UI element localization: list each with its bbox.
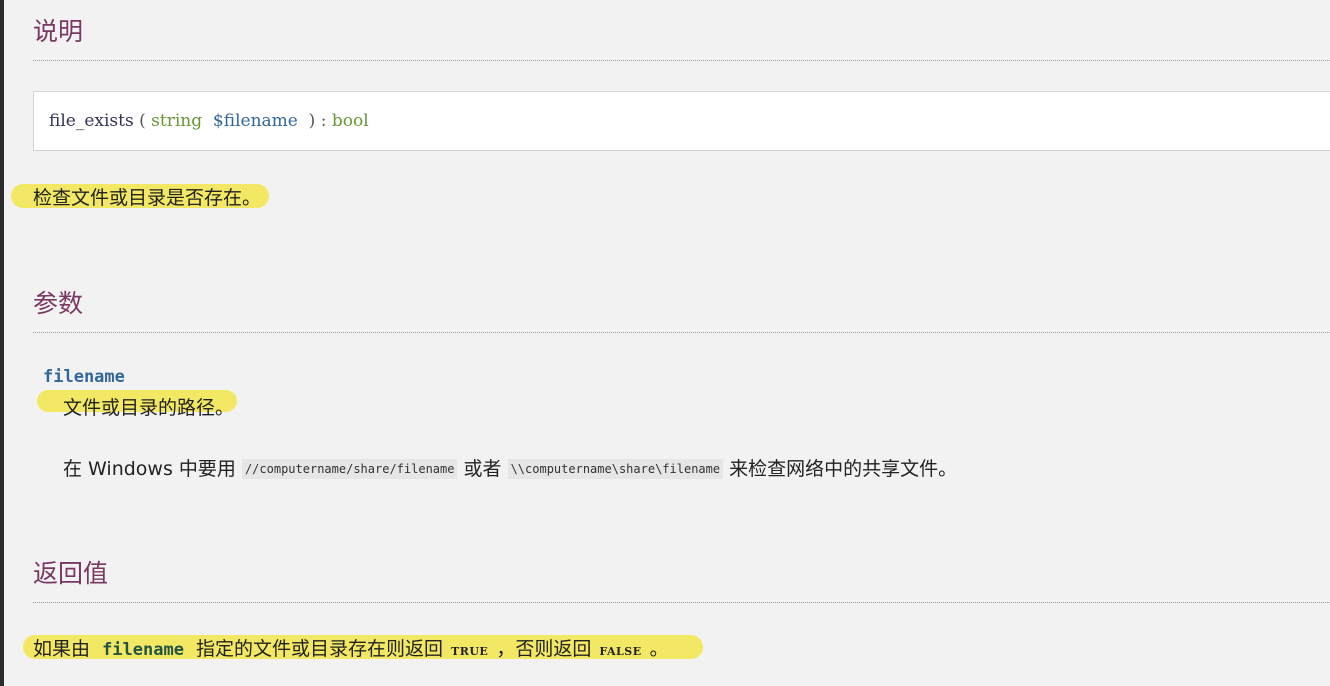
colon: : — [320, 111, 327, 131]
return-type[interactable]: bool — [332, 111, 369, 131]
left-border — [0, 0, 4, 686]
return-end: 。 — [649, 638, 669, 660]
param-type[interactable]: string — [151, 111, 202, 131]
divider — [33, 602, 1330, 603]
parameter-note: 在 Windows 中要用 //computername/share/filen… — [63, 457, 957, 481]
param-ref: filename — [102, 640, 184, 660]
return-mid: 指定的文件或目录存在则返回 — [196, 638, 444, 660]
parameter-definition: 文件或目录的路径。 — [63, 397, 235, 419]
open-paren: ( — [139, 111, 146, 131]
return-prefix: 如果由 — [33, 638, 91, 660]
method-synopsis: file_exists ( string $filename ) : bool — [33, 91, 1330, 151]
description-heading: 说明 — [33, 17, 84, 46]
close-paren: ) — [308, 111, 316, 131]
note-suffix: 来检查网络中的共享文件。 — [729, 458, 958, 480]
function-name[interactable]: file_exists — [49, 111, 134, 131]
note-prefix: 在 Windows 中要用 — [63, 458, 236, 480]
parameters-heading: 参数 — [33, 289, 84, 318]
unc-path-forward: //computername/share/filename — [241, 459, 458, 479]
divider — [33, 60, 1330, 61]
note-mid: 或者 — [463, 458, 502, 480]
true-constant[interactable]: TRUE — [443, 645, 496, 658]
return-values-text: 如果由 filename 指定的文件或目录存在则返回 TRUE ，否则返回 FALSE… — [33, 637, 669, 664]
parameter-term: filename — [43, 367, 125, 387]
description-summary: 检查文件或目录是否存在。 — [33, 187, 262, 209]
divider — [33, 332, 1330, 333]
return-values-heading: 返回值 — [33, 559, 109, 588]
unc-path-backslash: \\computername\share\filename — [507, 459, 724, 479]
false-constant[interactable]: FALSE — [591, 645, 649, 658]
return-sep: ，否则返回 — [496, 638, 592, 660]
param-name: $filename — [212, 111, 298, 131]
